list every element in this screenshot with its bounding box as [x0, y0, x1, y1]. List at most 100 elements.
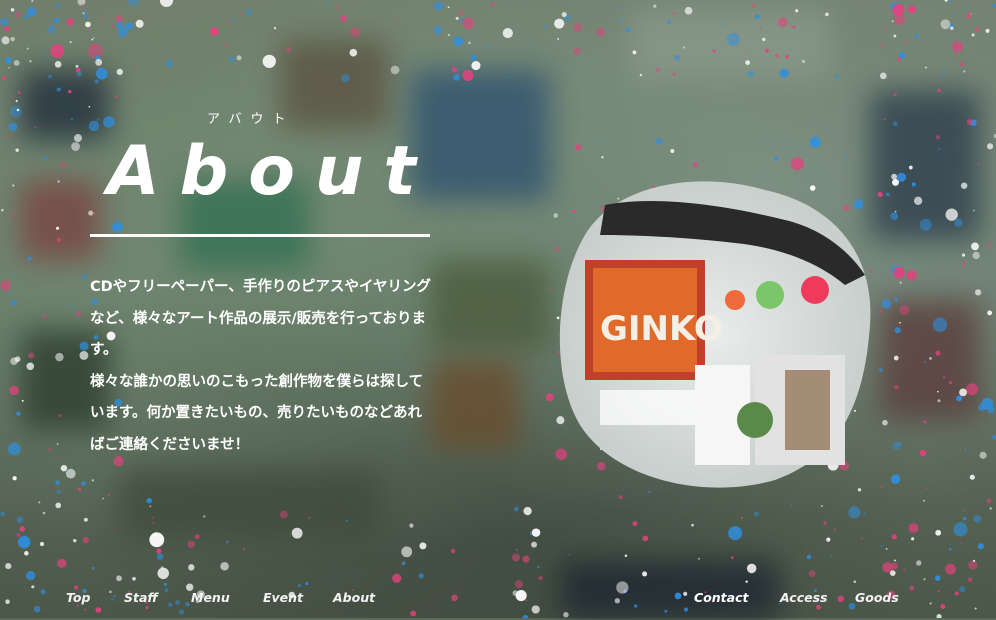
splatter-dot: [262, 54, 276, 68]
splatter-dot: [963, 516, 967, 521]
splatter-dot: [826, 537, 831, 542]
splatter-dot: [938, 148, 941, 150]
nav-contact[interactable]: Contact: [694, 590, 748, 605]
splatter-dot: [830, 555, 833, 558]
splatter-dot: [937, 390, 939, 393]
splatter-dot: [156, 553, 164, 560]
splatter-dot: [964, 448, 967, 451]
splatter-dot: [220, 561, 229, 571]
nav-menu[interactable]: Menu: [191, 590, 230, 605]
splatter-dot: [350, 27, 360, 38]
splatter-dot: [48, 74, 52, 79]
splatter-dot: [79, 350, 89, 360]
nav-access[interactable]: Access: [780, 590, 827, 605]
splatter-dot: [27, 256, 32, 261]
splatter-dot: [70, 118, 74, 121]
splatter-dot: [226, 540, 229, 544]
splatter-dot: [973, 209, 975, 212]
nav-about[interactable]: About: [333, 590, 375, 605]
splatter-dot: [7, 135, 10, 139]
splatter-dot: [894, 327, 901, 334]
splatter-dot: [801, 59, 806, 64]
splatter-dot: [18, 372, 21, 375]
splatter-dot: [135, 19, 144, 28]
splatter-dot: [82, 537, 89, 544]
splatter-dot: [410, 610, 417, 617]
splatter-dot: [860, 537, 863, 540]
splatter-dot: [187, 540, 195, 548]
splatter-dot: [61, 162, 66, 167]
splatter-dot: [879, 72, 887, 80]
splatter-dot: [601, 139, 604, 142]
splatter-dot: [890, 474, 901, 484]
splatter-dot: [892, 121, 898, 127]
splatter-dot: [236, 55, 242, 61]
splatter-dot: [745, 580, 748, 583]
splatter-dot: [471, 55, 477, 61]
splatter-dot: [616, 581, 629, 594]
splatter-dot: [966, 13, 971, 19]
splatter-dot: [924, 66, 927, 69]
splatter-dot: [54, 60, 62, 68]
splatter-dot: [892, 441, 901, 450]
nav-goods[interactable]: Goods: [855, 590, 899, 605]
splatter-dot: [944, 0, 948, 2]
splatter-dot: [880, 544, 883, 547]
splatter-dot: [634, 604, 638, 608]
splatter-dot: [433, 25, 443, 35]
splatter-dot: [90, 34, 93, 37]
splatter-dot: [77, 71, 82, 77]
splatter-dot: [229, 56, 235, 62]
nav-event[interactable]: Event: [263, 590, 303, 605]
nav-top[interactable]: Top: [66, 590, 90, 605]
splatter-dot: [159, 0, 174, 7]
splatter-dot: [21, 399, 24, 402]
splatter-dot: [157, 567, 169, 580]
splatter-dot: [523, 506, 532, 516]
splatter-dot: [606, 29, 609, 32]
splatter-dot: [401, 561, 406, 566]
splatter-dot: [894, 385, 899, 390]
splatter-dot: [66, 18, 75, 27]
splatter-dot: [987, 310, 992, 316]
splatter-dot: [55, 480, 60, 485]
splatter-dot: [937, 399, 941, 403]
splatter-dot: [774, 157, 779, 162]
splatter-dot: [112, 221, 123, 233]
splatter-dot: [456, 73, 460, 76]
splatter-dot: [683, 607, 689, 612]
splatter-dot: [297, 583, 302, 588]
splatter-dot: [308, 516, 311, 519]
splatter-dot: [833, 528, 837, 531]
splatter-dot: [73, 538, 77, 543]
splatter-dot: [291, 527, 303, 539]
splatter-dot: [447, 6, 450, 9]
splatter-dot: [152, 522, 155, 524]
splatter-dot: [740, 517, 744, 520]
splatter-dot: [81, 480, 87, 486]
splatter-dot: [848, 506, 861, 519]
splatter-dot: [972, 559, 976, 562]
splatter-dot: [125, 22, 133, 30]
splatter-dot: [672, 11, 676, 16]
splatter-dot: [618, 19, 622, 22]
splatter-dot: [536, 565, 540, 569]
splatter-dot: [77, 0, 86, 6]
splatter-dot: [937, 88, 941, 93]
splatter-dot: [618, 495, 623, 500]
nav-staff[interactable]: Staff: [124, 590, 158, 605]
splatter-dot: [977, 163, 980, 166]
splatter-dot: [937, 590, 940, 593]
splatter-dot: [94, 79, 99, 84]
splatter-dot: [57, 558, 67, 568]
splatter-dot: [114, 95, 118, 99]
splatter-dot: [943, 376, 945, 379]
splatter-dot: [932, 317, 948, 332]
description-paragraph-2: 様々な誰かの思いのこもった創作物を僕らは探しています。何か置きたいもの、売りたい…: [90, 373, 424, 453]
splatter-dot: [31, 585, 35, 589]
splatter-dot: [11, 96, 14, 99]
splatter-dot: [8, 442, 21, 456]
splatter-dot: [936, 613, 942, 618]
splatter-dot: [96, 118, 100, 122]
splatter-dot: [953, 54, 957, 57]
